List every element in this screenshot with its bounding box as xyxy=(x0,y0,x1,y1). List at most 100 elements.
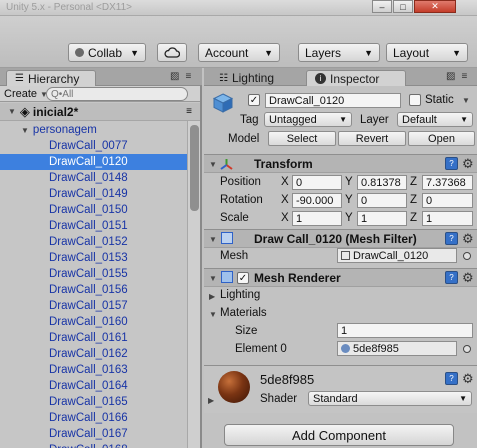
help-book-icon[interactable]: ? xyxy=(445,271,458,284)
position-field[interactable]: 0 xyxy=(292,175,342,190)
hierarchy-item[interactable]: DrawCall_0151 xyxy=(0,218,188,234)
account-dropdown[interactable]: Account ▼ xyxy=(198,43,280,62)
tag-dropdown[interactable]: Untagged ▼ xyxy=(264,112,352,127)
hierarchy-item[interactable]: DrawCall_0152 xyxy=(0,234,188,250)
lock-icon[interactable]: ▨ xyxy=(170,71,179,82)
expand-arrow-icon[interactable]: ▼ xyxy=(209,235,217,244)
hierarchy-item[interactable]: DrawCall_0166 xyxy=(0,410,188,426)
scale-axis-label[interactable]: X xyxy=(281,212,289,224)
expand-arrow-icon[interactable]: ▼ xyxy=(209,274,217,283)
object-name-field[interactable]: DrawCall_0120 xyxy=(265,93,401,108)
hierarchy-scrollbar[interactable] xyxy=(187,121,200,448)
object-picker-icon[interactable] xyxy=(463,252,471,260)
rotation-axis-label[interactable]: Z xyxy=(410,194,417,206)
expand-arrow-icon[interactable]: ▶ xyxy=(208,396,214,405)
hierarchy-item[interactable]: DrawCall_0167 xyxy=(0,426,188,442)
static-checkbox[interactable] xyxy=(409,94,421,106)
help-book-icon[interactable]: ? xyxy=(445,157,458,170)
transform-header[interactable]: ▼ Transform ? ⚙ xyxy=(204,154,477,173)
hierarchy-item[interactable]: DrawCall_0156 xyxy=(0,282,188,298)
expand-arrow-icon[interactable]: ▼ xyxy=(8,107,16,116)
position-axis-label[interactable]: X xyxy=(281,176,289,188)
object-picker-icon[interactable] xyxy=(463,345,471,353)
hierarchy-item[interactable]: DrawCall_0149 xyxy=(0,186,188,202)
hierarchy-item[interactable]: DrawCall_0162 xyxy=(0,346,188,362)
static-chevron-icon[interactable]: ▼ xyxy=(462,96,470,105)
tab-inspector[interactable]: i Inspector xyxy=(306,70,406,86)
window-title: Unity 5.x - Personal <DX11> xyxy=(6,2,132,13)
scene-menu-icon[interactable]: ≡ xyxy=(186,106,192,117)
menu-icon[interactable]: ≡ xyxy=(461,71,467,82)
create-dropdown[interactable]: Create ▼ xyxy=(4,87,48,101)
hierarchy-item[interactable]: DrawCall_0168 xyxy=(0,442,188,448)
hierarchy-search[interactable] xyxy=(46,87,188,101)
expand-arrow-icon[interactable]: ▼ xyxy=(21,126,29,135)
hierarchy-item[interactable]: DrawCall_0163 xyxy=(0,362,188,378)
hierarchy-item[interactable]: DrawCall_0153 xyxy=(0,250,188,266)
hierarchy-item[interactable]: DrawCall_0164 xyxy=(0,378,188,394)
expand-arrow-icon[interactable]: ▼ xyxy=(209,160,217,169)
expand-arrow-icon[interactable]: ▼ xyxy=(209,310,217,319)
tab-hierarchy[interactable]: ☰ Hierarchy xyxy=(6,70,96,86)
lighting-foldout[interactable]: Lighting xyxy=(220,289,260,301)
rotation-axis-label[interactable]: Y xyxy=(345,194,353,206)
shader-dropdown[interactable]: Standard ▼ xyxy=(308,391,472,406)
mesh-renderer-enabled-checkbox[interactable]: ✓ xyxy=(237,272,249,284)
size-field[interactable]: 1 xyxy=(337,323,473,338)
hierarchy-item[interactable]: DrawCall_0155 xyxy=(0,266,188,282)
scale-field[interactable]: 1 xyxy=(422,211,473,226)
hierarchy-item[interactable]: DrawCall_0077 xyxy=(0,138,188,154)
gear-icon[interactable]: ⚙ xyxy=(462,231,474,247)
position-field[interactable]: 0.81378 xyxy=(357,175,407,190)
rotation-axis-label[interactable]: X xyxy=(281,194,289,206)
position-axis-label[interactable]: Z xyxy=(410,176,417,188)
cloud-button[interactable] xyxy=(157,43,187,62)
expand-arrow-icon[interactable]: ▶ xyxy=(209,292,215,301)
collab-button[interactable]: Collab ▼ xyxy=(68,43,146,62)
hierarchy-item[interactable]: DrawCall_0161 xyxy=(0,330,188,346)
materials-foldout[interactable]: Materials xyxy=(220,307,267,319)
gear-icon[interactable]: ⚙ xyxy=(462,371,474,387)
hierarchy-item[interactable]: DrawCall_0150 xyxy=(0,202,188,218)
scrollbar-thumb[interactable] xyxy=(190,125,199,211)
active-checkbox[interactable]: ✓ xyxy=(248,94,260,106)
model-revert-button[interactable]: Revert xyxy=(338,131,406,146)
position-field[interactable]: 7.37368 xyxy=(422,175,473,190)
hierarchy-item[interactable]: DrawCall_0120 xyxy=(0,154,188,170)
layer-dropdown[interactable]: Default ▼ xyxy=(397,112,473,127)
mesh-filter-header[interactable]: ▼ Draw Call_0120 (Mesh Filter) ? ⚙ xyxy=(204,229,477,248)
scale-axis-label[interactable]: Z xyxy=(410,212,417,224)
hierarchy-item[interactable]: DrawCall_0157 xyxy=(0,298,188,314)
help-book-icon[interactable]: ? xyxy=(445,372,458,385)
scale-field[interactable]: 1 xyxy=(357,211,407,226)
lock-icon[interactable]: ▨ xyxy=(446,71,455,82)
hierarchy-search-input[interactable] xyxy=(51,88,161,100)
gear-icon[interactable]: ⚙ xyxy=(462,270,474,286)
tree-parent-row[interactable]: ▼ personagem xyxy=(0,122,188,138)
rotation-field[interactable]: 0 xyxy=(422,193,473,208)
hierarchy-item[interactable]: DrawCall_0165 xyxy=(0,394,188,410)
layers-dropdown[interactable]: Layers ▼ xyxy=(298,43,380,62)
menu-icon[interactable]: ≡ xyxy=(185,71,191,82)
hierarchy-item[interactable]: DrawCall_0148 xyxy=(0,170,188,186)
rotation-field[interactable]: 0 xyxy=(357,193,407,208)
model-open-button[interactable]: Open xyxy=(408,131,475,146)
model-select-button[interactable]: Select xyxy=(268,131,336,146)
hierarchy-item[interactable]: DrawCall_0160 xyxy=(0,314,188,330)
close-button[interactable]: ✕ xyxy=(414,0,456,13)
minimize-button[interactable]: – xyxy=(372,0,392,13)
help-book-icon[interactable]: ? xyxy=(445,232,458,245)
mesh-renderer-header[interactable]: ▼ ✓ Mesh Renderer ? ⚙ xyxy=(204,268,477,287)
scale-field[interactable]: 1 xyxy=(292,211,342,226)
scale-axis-label[interactable]: Y xyxy=(345,212,353,224)
layout-dropdown[interactable]: Layout ▼ xyxy=(386,43,468,62)
maximize-button[interactable]: □ xyxy=(393,0,413,13)
position-axis-label[interactable]: Y xyxy=(345,176,353,188)
add-component-button[interactable]: Add Component xyxy=(224,424,454,446)
element-field[interactable]: 5de8f985 xyxy=(337,341,457,356)
mesh-field[interactable]: DrawCall_0120 xyxy=(337,248,457,263)
scene-row[interactable]: ▼ ◈ inicial2* ≡ xyxy=(0,103,200,121)
gear-icon[interactable]: ⚙ xyxy=(462,156,474,172)
tab-lighting[interactable]: ☷ Lighting xyxy=(210,70,294,86)
rotation-field[interactable]: -90.000 xyxy=(292,193,342,208)
